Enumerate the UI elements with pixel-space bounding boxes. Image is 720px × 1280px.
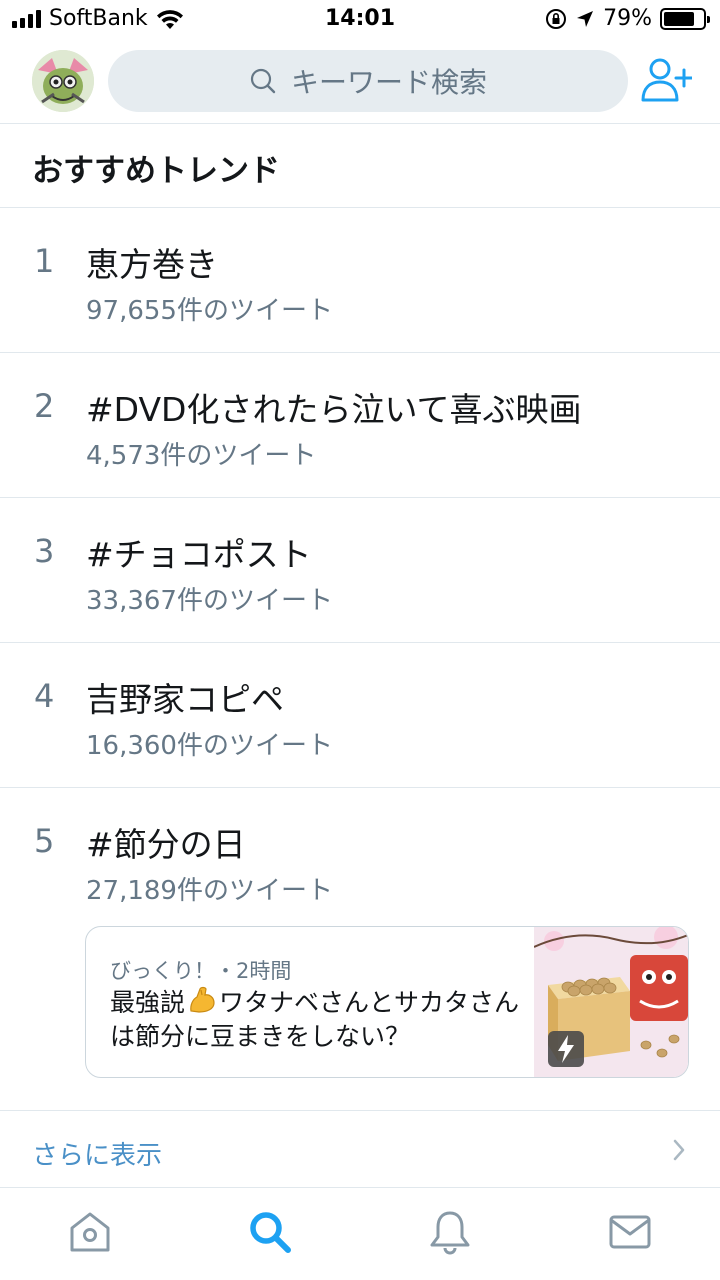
news-card-meta: びっくり！・2時間: [110, 959, 292, 983]
section-header: おすすめトレンド: [0, 125, 720, 208]
trend-item[interactable]: 3 #チョコポスト 33,367件のツイート: [0, 498, 720, 643]
trend-name: #チョコポスト: [86, 535, 312, 574]
news-card[interactable]: びっくり！・2時間 最強説 ワタナベさんとサカタさんは節分に豆まきをしない？: [85, 926, 689, 1078]
avatar[interactable]: [32, 50, 94, 112]
trend-rank: 2: [34, 387, 55, 425]
trend-name: 吉野家コピペ: [86, 680, 284, 719]
trend-rank: 3: [34, 532, 55, 570]
news-card-headline: 最強説 ワタナベさんとサカタさんは節分に豆まきをしない？: [110, 985, 520, 1054]
trend-name: #DVD化されたら泣いて喜ぶ映画: [86, 390, 582, 429]
header: キーワード検索: [0, 40, 720, 124]
trend-name: #節分の日: [86, 825, 246, 864]
tab-bar: [0, 1188, 720, 1280]
search-icon: [250, 68, 276, 94]
trend-rank: 4: [34, 677, 55, 715]
trend-tweet-count: 97,655件のツイート: [86, 296, 333, 326]
trend-rank: 5: [34, 822, 55, 860]
flexed-biceps-icon: [190, 986, 215, 1013]
search-placeholder: キーワード検索: [290, 66, 487, 99]
bell-icon[interactable]: [426, 1208, 474, 1256]
location-arrow-icon: [577, 10, 594, 27]
battery-fill: [664, 11, 695, 26]
mail-icon[interactable]: [606, 1208, 654, 1256]
trend-item[interactable]: 4 吉野家コピペ 16,360件のツイート: [0, 643, 720, 788]
status-right: 79%: [545, 6, 710, 31]
battery-icon: [660, 7, 710, 30]
status-bar: SoftBank 14:01 79%: [0, 0, 720, 40]
add-user-icon[interactable]: [640, 56, 692, 104]
trend-tweet-count: 27,189件のツイート: [86, 876, 333, 906]
trend-tweet-count: 16,360件のツイート: [86, 731, 333, 761]
search-icon[interactable]: [246, 1208, 294, 1256]
orientation-lock-icon: [546, 8, 567, 29]
trend-item[interactable]: 1 恵方巻き 97,655件のツイート: [0, 208, 720, 353]
trend-rank: 1: [34, 242, 55, 280]
avatar-image: [32, 50, 94, 112]
trend-tweet-count: 33,367件のツイート: [86, 586, 333, 616]
trend-tweet-count: 4,573件のツイート: [86, 441, 317, 471]
section-title: おすすめトレンド: [32, 153, 280, 189]
trend-name: 恵方巻き: [86, 245, 218, 284]
show-more-row[interactable]: さらに表示: [0, 1110, 720, 1188]
headline-part1: 最強説: [110, 988, 186, 1017]
search-bar[interactable]: キーワード検索: [108, 50, 628, 112]
show-more-link[interactable]: さらに表示: [32, 1135, 162, 1172]
chevron-right-icon: [673, 1139, 685, 1161]
home-icon[interactable]: [66, 1208, 114, 1256]
battery-percentage: 79%: [603, 6, 652, 31]
news-card-image: [534, 927, 688, 1077]
trend-item[interactable]: 2 #DVD化されたら泣いて喜ぶ映画 4,573件のツイート: [0, 353, 720, 498]
